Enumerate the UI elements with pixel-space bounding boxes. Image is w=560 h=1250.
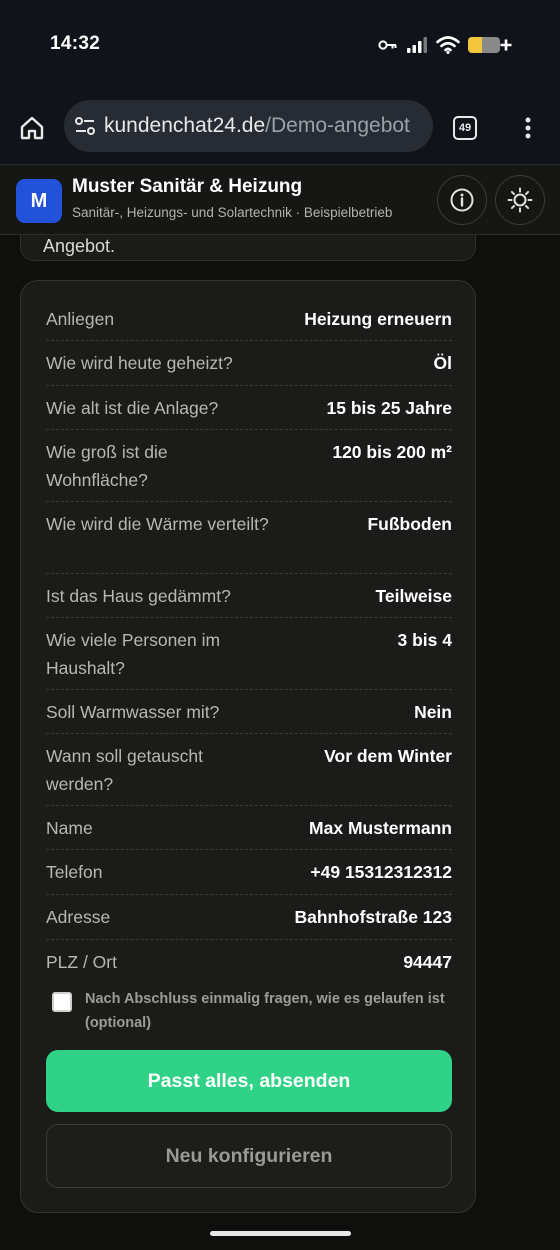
feedback-option[interactable]: Nach Abschluss einmalig fragen, wie es g…: [52, 987, 462, 1035]
summary-row: PLZ / Ort 94447: [46, 940, 452, 984]
summary-row-label: Wie groß ist die Wohnfläche?: [46, 442, 168, 490]
summary-row-label: Anliegen: [46, 309, 115, 329]
summary-row-label: Wie alt ist die Anlage?: [46, 398, 219, 418]
summary-row: Wie wird die Wärme verteilt? Fußboden: [46, 502, 452, 574]
summary-row: Wie wird heute geheizt? Öl: [46, 341, 452, 386]
status-time: 14:32: [50, 33, 101, 54]
status-bar: 14:32: [0, 0, 560, 92]
url-path: /Demo-angebot: [265, 114, 410, 137]
key-icon: [378, 40, 397, 50]
chat-content[interactable]: Angebot. Anliegen Heizung erneuern Wie wir…: [0, 235, 560, 1250]
summary-row-value: 120 bis 200 m²: [332, 442, 452, 462]
browser-toolbar: kundenchat24.de/Demo-angebot 49: [0, 92, 560, 164]
previous-message-text: Angebot.: [43, 236, 116, 256]
summary-row-value: +49 15312312312: [310, 862, 452, 882]
home-indicator[interactable]: [210, 1231, 351, 1236]
info-icon: [450, 188, 474, 212]
summary-row-value: Nein: [414, 702, 452, 722]
browser-menu-button[interactable]: [516, 112, 540, 144]
summary-row-value: 15 bis 25 Jahre: [326, 398, 453, 418]
info-button[interactable]: [437, 175, 487, 225]
summary-row: Name Max Mustermann: [46, 806, 452, 850]
sun-icon: [507, 187, 533, 213]
summary-row-value: Teilweise: [375, 586, 452, 606]
reconfigure-button[interactable]: Neu konfigurieren: [46, 1124, 452, 1188]
summary-row-value: 3 bis 4: [397, 630, 452, 650]
url-domain: kundenchat24.de: [104, 114, 266, 137]
feedback-checkbox[interactable]: [52, 992, 72, 1012]
summary-row-value: Öl: [433, 353, 452, 373]
summary-row-label: PLZ / Ort: [46, 952, 117, 972]
summary-row: Adresse Bahnhofstraße 123: [46, 895, 452, 940]
feedback-label: Nach Abschluss einmalig fragen, wie es g…: [85, 991, 445, 1031]
address-bar[interactable]: kundenchat24.de/Demo-angebot: [64, 100, 433, 152]
summary-row-label: Adresse: [46, 907, 111, 927]
theme-toggle-button[interactable]: [495, 175, 545, 225]
home-button[interactable]: [14, 110, 50, 146]
summary-row-label: Wie wird heute geheizt?: [46, 353, 233, 373]
summary-row: Wie groß ist die Wohnfläche? 120 bis 200 …: [46, 430, 452, 502]
summary-row: Wann soll getauscht werden? Vor dem Winte…: [46, 734, 452, 806]
summary-row-value: Heizung erneuern: [304, 309, 452, 329]
company-logo: M: [16, 179, 62, 223]
summary-row-value: Bahnhofstraße 123: [294, 907, 452, 927]
site-header: M Muster Sanitär & Heizung Sanitär-, Hei…: [0, 164, 560, 235]
summary-row: Ist das Haus gedämmt? Teilweise: [46, 574, 452, 618]
summary-row-value: Max Mustermann: [309, 818, 452, 838]
status-icons: [378, 34, 512, 56]
summary-row-label: Wie wird die Wärme verteilt?: [46, 514, 269, 534]
summary-row: Telefon +49 15312312312: [46, 850, 452, 895]
summary-row-label: Ist das Haus gedämmt?: [46, 586, 231, 606]
summary-card: Anliegen Heizung erneuern Wie wird heute g…: [20, 280, 476, 1213]
summary-row: Soll Warmwasser mit? Nein: [46, 690, 452, 734]
previous-message-card: Angebot.: [20, 235, 476, 261]
summary-row-value: 94447: [403, 952, 452, 972]
summary-row: Anliegen Heizung erneuern: [46, 297, 452, 341]
battery-icon: [468, 37, 512, 53]
summary-row-label: Telefon: [46, 862, 103, 882]
more-vert-icon: [525, 117, 531, 139]
summary-row-label: Soll Warmwasser mit?: [46, 702, 220, 722]
summary-row-label: Wann soll getauscht werden?: [46, 746, 203, 794]
wifi-icon: [436, 36, 460, 54]
summary-row: Wie alt ist die Anlage? 15 bis 25 Jahre: [46, 386, 452, 430]
summary-row-label: Wie viele Personen im Haushalt?: [46, 630, 221, 678]
company-name: Muster Sanitär & Heizung: [72, 176, 303, 197]
url-text: kundenchat24.de/Demo-angebot: [104, 114, 410, 138]
summary-row-label: Name: [46, 818, 93, 838]
submit-button[interactable]: Passt alles, absenden: [46, 1050, 452, 1112]
summary-row: Wie viele Personen im Haushalt? 3 bis 4: [46, 618, 452, 690]
summary-list: Anliegen Heizung erneuern Wie wird heute g…: [46, 297, 452, 984]
tune-icon[interactable]: [74, 115, 96, 137]
summary-row-value: Vor dem Winter: [324, 746, 452, 766]
summary-row-value: Fußboden: [367, 514, 452, 534]
company-subtitle: Sanitär-, Heizungs- und Solartechnik · B…: [72, 205, 393, 220]
signal-icon: [407, 37, 427, 53]
tab-switcher-button[interactable]: 49: [453, 116, 477, 140]
home-icon: [20, 116, 44, 140]
